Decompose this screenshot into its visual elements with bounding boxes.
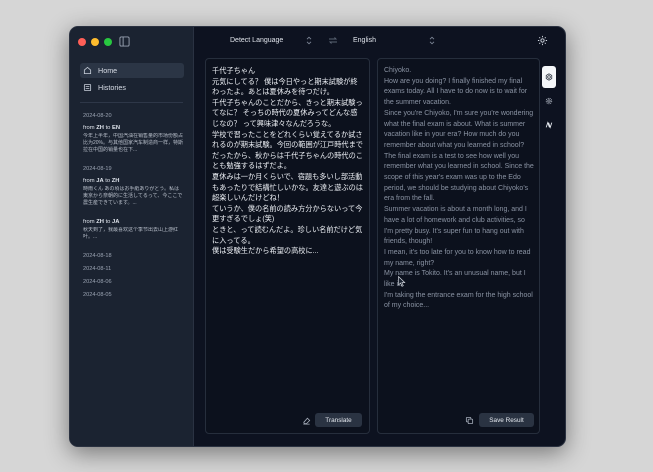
history-entry-text: 時雨くん あの頃はお手紙ありがとう。私は東京から奈朝的に生活してるって、今ここで… [83,186,183,206]
chevron-up-down-icon[interactable] [429,36,435,45]
mouse-cursor-icon [398,276,406,287]
sidebar-toggle-icon[interactable] [119,36,130,47]
nav-item-label: Home [98,66,118,75]
result-text: Chiyoko. How are you doing? I finally fi… [384,67,534,310]
history-date[interactable]: 2024-08-11 [83,266,183,272]
history-entry-title: from ZH to JA [83,219,120,225]
window-controls [78,38,112,46]
copy-icon[interactable] [465,416,474,425]
swap-languages-icon[interactable] [328,36,338,45]
nav-item-home[interactable]: Home [80,63,184,78]
history-entry[interactable]: from ZH to JA 秋天到了，我最喜欢这个季节出去山上游红叶。... [83,219,183,241]
history-entry-title: from ZH to EN [83,125,121,131]
history-entry[interactable]: from JA to ZH 時雨くん あの頃はお手紙ありがとう。私は東京から奈朝… [83,178,183,207]
result-panel: Chiyoko. How are you doing? I finally fi… [377,58,540,434]
history-date: 2024-08-20 [83,113,112,119]
source-textarea[interactable]: 千代子ちゃん 元気にしてる？ 僕は今日やっと期末試験が終わったよ。あとは夏休みを… [212,66,364,257]
history-date: 2024-08-19 [83,166,112,172]
language-bar: Detect Language English [194,27,565,55]
history-date[interactable]: 2024-08-06 [83,279,183,285]
close-window-button[interactable] [78,38,86,46]
zoom-window-button[interactable] [104,38,112,46]
engine-tab-anthropic[interactable] [542,114,556,136]
sidebar: Home Histories 2024-08-20 from ZH to EN … [70,27,194,446]
source-panel: 千代子ちゃん 元気にしてる？ 僕は今日やっと期末試験が終わったよ。あとは夏休みを… [205,58,370,434]
translate-button[interactable]: Translate [315,413,362,427]
home-icon [83,66,92,75]
openai-icon [545,73,553,81]
cog-icon [545,97,553,105]
history-entry-text: 秋天到了，我最喜欢这个季节出去山上游红叶。... [83,227,179,240]
histories-icon [83,83,92,92]
sidebar-nav: Home Histories [80,63,184,97]
anthropic-icon [545,121,553,129]
history-entry-text: 今年上半年，中国汽油在销售量的市场份额占比为20%。与其他国家汽车制造商一样，特… [83,133,183,153]
history-entry[interactable]: from ZH to EN 今年上半年，中国汽油在销售量的市场份额占比为20%。… [83,125,183,154]
engine-tab-settings[interactable] [542,90,556,112]
eraser-icon[interactable] [302,416,311,425]
target-language-select[interactable]: English [353,37,376,44]
nav-item-histories[interactable]: Histories [80,80,184,95]
source-language-select[interactable]: Detect Language [230,37,283,44]
app-window: Home Histories 2024-08-20 from ZH to EN … [69,26,566,447]
engine-tabs [542,66,556,138]
minimize-window-button[interactable] [91,38,99,46]
nav-item-label: Histories [98,83,126,92]
sidebar-divider [80,102,183,103]
engine-tab-openai[interactable] [542,66,556,88]
save-result-button[interactable]: Save Result [479,413,534,427]
history-list: 2024-08-20 from ZH to EN 今年上半年，中国汽油在销售量的… [83,113,183,305]
history-date[interactable]: 2024-08-05 [83,292,183,298]
gear-icon[interactable] [537,35,548,46]
history-date[interactable]: 2024-08-18 [83,253,183,259]
history-entry-title: from JA to ZH [83,178,120,184]
chevron-up-down-icon[interactable] [306,36,312,45]
